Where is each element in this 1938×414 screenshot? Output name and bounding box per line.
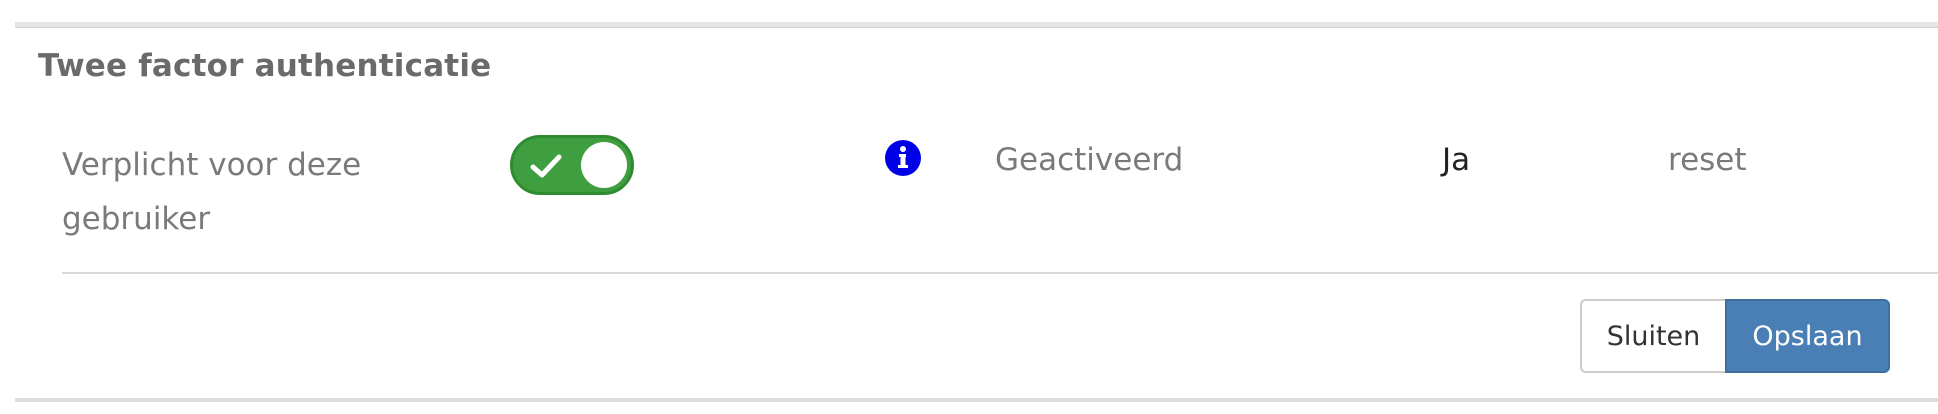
required-setting-label: Verplicht voor deze gebruiker [62,147,362,237]
info-icon[interactable] [884,139,922,177]
status-label: Geactiveerd [995,142,1184,178]
section-title: Twee factor authenticatie [38,48,492,84]
save-button[interactable]: Opslaan [1725,299,1890,373]
reset-link[interactable]: reset [1668,142,1747,178]
checkmark-icon [530,154,562,178]
row-divider [62,272,1938,274]
toggle-knob [581,142,627,188]
action-buttons: Sluiten Opslaan [1580,299,1890,373]
status-value: Ja [1442,142,1471,178]
close-button[interactable]: Sluiten [1580,299,1725,373]
bottom-divider [15,398,1938,402]
required-toggle[interactable] [510,135,634,195]
two-factor-panel: Twee factor authenticatie Verplicht voor… [0,0,1938,414]
top-divider [15,22,1938,28]
